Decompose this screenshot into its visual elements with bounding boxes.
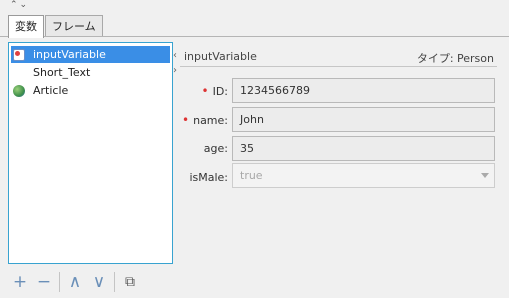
collapse-left-icon[interactable]: ‹	[173, 50, 177, 61]
move-up-button[interactable]: ∧	[63, 270, 87, 294]
tree-item-label: Short_Text	[33, 66, 91, 79]
chevron-up-icon[interactable]: ⌃	[10, 0, 18, 12]
name-label: • name:	[182, 113, 228, 127]
tree-item-article[interactable]: Article	[11, 82, 170, 99]
detail-title: inputVariable	[184, 50, 257, 63]
remove-button[interactable]: −	[32, 270, 56, 294]
tree-item-label: inputVariable	[33, 48, 106, 61]
age-field[interactable]: 35	[232, 136, 495, 161]
chevron-down-icon[interactable]: ⌄	[20, 0, 28, 12]
add-button[interactable]: +	[8, 270, 32, 294]
expand-right-icon[interactable]: ›	[173, 65, 177, 76]
move-down-button[interactable]: ∨	[87, 270, 111, 294]
tab-frames[interactable]: フレーム	[45, 15, 103, 37]
tree-toolbar: + − ∧ ∨ ⧉	[8, 267, 142, 297]
tab-variables[interactable]: 変数	[8, 15, 44, 38]
toolbar-divider	[59, 272, 60, 292]
toolbar-divider	[114, 272, 115, 292]
blank-icon	[13, 67, 25, 79]
name-field[interactable]: John	[232, 107, 495, 132]
globe-icon	[13, 84, 25, 97]
ismale-label: isMale:	[189, 171, 228, 184]
variable-tree[interactable]: inputVariable Short_Text Article	[8, 42, 173, 264]
tab-divider	[0, 36, 509, 37]
ismale-value: true	[240, 169, 263, 182]
required-marker-icon: •	[182, 113, 190, 127]
ismale-select[interactable]: true	[232, 163, 495, 188]
variable-icon	[13, 48, 25, 61]
age-label: age:	[203, 142, 228, 155]
open-editor-button[interactable]: ⧉	[118, 270, 142, 294]
required-marker-icon: •	[201, 84, 209, 98]
tree-item-short-text[interactable]: Short_Text	[11, 64, 170, 81]
collapse-controls: ⌃ ⌄	[10, 0, 27, 12]
detail-type: タイプ: Person	[416, 52, 494, 65]
tree-item-inputvariable[interactable]: inputVariable	[11, 46, 170, 63]
id-label: • ID:	[201, 84, 229, 98]
tab-bar: 変数 フレーム	[8, 15, 104, 38]
id-field[interactable]: 1234566789	[232, 78, 495, 103]
tree-item-label: Article	[33, 84, 69, 97]
chevron-down-icon[interactable]	[476, 164, 494, 187]
detail-divider	[180, 66, 497, 67]
